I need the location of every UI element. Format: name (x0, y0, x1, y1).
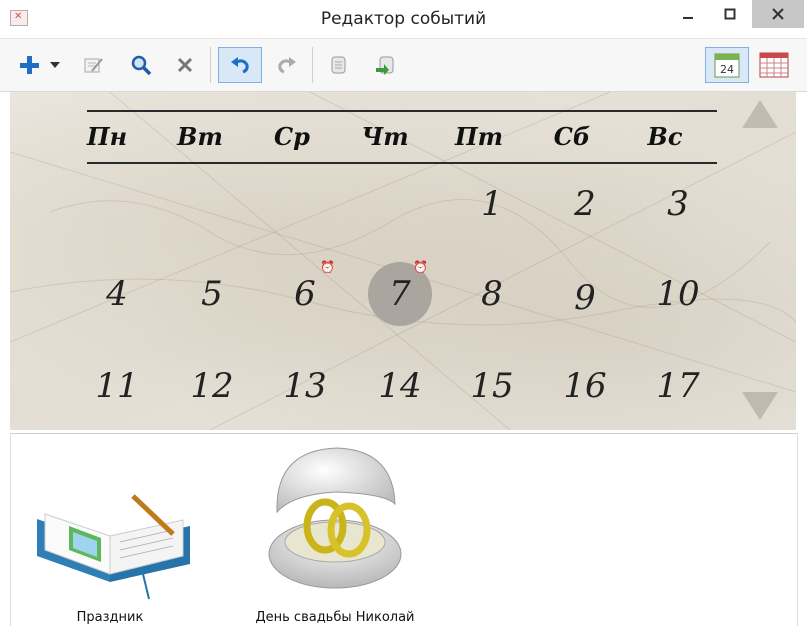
calendar-grid-icon (759, 52, 789, 78)
minimize-icon (683, 17, 693, 19)
scroll-up-arrow-icon[interactable] (742, 100, 778, 128)
calendar-day[interactable]: 2 (540, 184, 630, 224)
calendar-day[interactable]: 8 (447, 274, 537, 314)
weekday-wed: Ср (274, 122, 310, 151)
edit-button[interactable] (74, 47, 112, 83)
scroll-icon (331, 56, 346, 74)
calendar-day[interactable]: 3 (633, 184, 723, 224)
toolbar-separator (312, 47, 313, 83)
close-icon (772, 8, 784, 20)
undo-icon (231, 57, 249, 74)
dropdown-arrow-icon (50, 62, 60, 68)
weekday-sat: Сб (553, 122, 591, 151)
weekday-thu: Чт (361, 122, 409, 151)
title-bar: Редактор событий (0, 0, 807, 39)
import-icon (376, 56, 394, 75)
maximize-button[interactable] (708, 0, 752, 28)
redo-icon (278, 57, 296, 74)
day-view-button[interactable]: 24 (705, 47, 749, 83)
plus-icon (20, 56, 39, 74)
close-button[interactable] (752, 0, 804, 28)
calendar-day[interactable]: 1 (447, 184, 537, 224)
edit-icon (84, 58, 103, 73)
calendar-day[interactable]: 6 (260, 274, 350, 314)
calendar-day[interactable]: 15 (447, 366, 537, 406)
toolbar-separator (210, 47, 211, 83)
maximize-icon (724, 8, 736, 20)
import-button[interactable] (366, 47, 404, 83)
calendar-day[interactable]: 17 (633, 366, 723, 406)
x-icon (177, 57, 193, 73)
weekday-mon: Пн (86, 122, 128, 151)
calendar-day[interactable]: 13 (260, 366, 350, 406)
calendar-day-selected[interactable]: 7 (355, 274, 445, 314)
find-button[interactable] (122, 47, 160, 83)
delete-button[interactable] (166, 47, 204, 83)
redo-button[interactable] (268, 47, 306, 83)
calendar-day[interactable]: 12 (167, 366, 257, 406)
calendar-day[interactable]: 16 (540, 366, 630, 406)
add-menu-button[interactable] (46, 47, 64, 83)
event-item[interactable]: День свадьбы Николай (245, 434, 425, 626)
toolbar: 24 (0, 39, 807, 92)
calendar-day[interactable]: 11 (72, 366, 162, 406)
scroll-down-arrow-icon[interactable] (742, 392, 778, 420)
weekday-tue: Вт (177, 122, 223, 151)
header-top-rule (87, 110, 717, 112)
calendar-day[interactable]: 14 (355, 366, 445, 406)
export-button[interactable] (320, 47, 358, 83)
event-item[interactable]: Праздник (25, 434, 195, 626)
calendar-day[interactable]: 4 (72, 274, 162, 314)
minimize-button[interactable] (666, 0, 710, 28)
header-bottom-rule (87, 162, 717, 164)
wedding-rings-box-icon (268, 447, 402, 589)
calendar-day[interactable]: 5 (167, 274, 257, 314)
weekday-fri: Пт (454, 122, 504, 151)
event-label: День свадьбы Николай (255, 610, 415, 625)
event-label: Праздник (76, 610, 144, 625)
events-panel: Праздник День свадьбы Николай (10, 433, 798, 626)
calendar-day-icon: 24 (714, 53, 740, 78)
month-calendar: Пн Вт Ср Чт Пт Сб Вс 1 2 3 4 5 6 ⏰ 7 ⏰ 8… (10, 92, 796, 430)
month-view-button[interactable] (754, 47, 794, 83)
undo-button[interactable] (218, 47, 262, 83)
weekday-sun: Вс (647, 122, 683, 151)
calendar-day[interactable]: 10 (633, 274, 723, 314)
alarm-clock-icon: ⏰ (320, 260, 335, 274)
open-book-icon (37, 494, 190, 600)
day-view-number: 24 (720, 63, 734, 76)
alarm-clock-icon: ⏰ (413, 260, 428, 274)
add-button[interactable] (12, 47, 46, 83)
magnifier-icon (131, 55, 152, 76)
calendar-day[interactable]: 9 (540, 278, 630, 318)
